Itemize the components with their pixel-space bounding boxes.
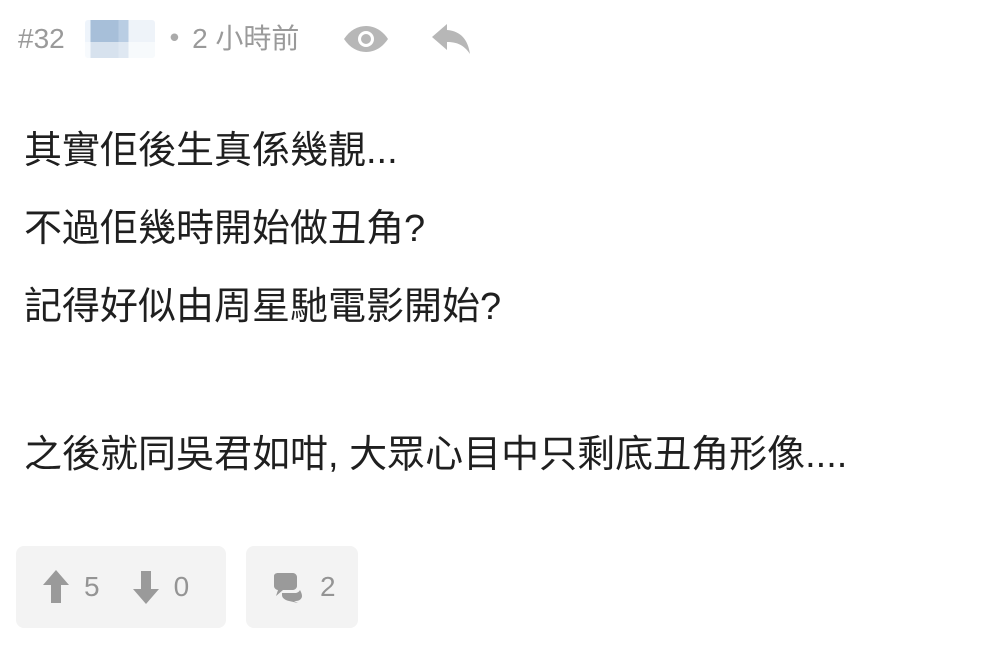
meta-separator: • (166, 24, 183, 54)
post-line-1: 其實佢後生真係幾靚... (24, 130, 398, 172)
vote-controls: 5 0 (16, 546, 226, 628)
comment-count: 2 (320, 571, 336, 602)
post-blank-line (24, 346, 974, 416)
upvote-button[interactable]: 5 (41, 568, 100, 606)
post-line-3: 記得好似由周星馳電影開始? (24, 286, 502, 328)
upvote-icon (43, 570, 69, 603)
reply-icon[interactable] (429, 19, 473, 59)
post-line-2: 不過佢幾時開始做丑角? (24, 208, 426, 250)
post-time: 2 小時前 (192, 23, 300, 54)
post-meta: #32 • 2 小時前 (18, 14, 473, 64)
comment-button[interactable]: 2 (246, 546, 358, 628)
downvote-count: 0 (173, 571, 190, 602)
post-actions: 5 0 2 (16, 546, 358, 628)
downvote-icon (132, 571, 159, 604)
downvote-button[interactable]: 0 (131, 568, 190, 606)
blurred-author-name[interactable] (84, 20, 155, 58)
upvote-count: 5 (84, 571, 100, 602)
post-content: 其實佢後生真係幾靚... 不過佢幾時開始做丑角? 記得好似由周星馳電影開始? 之… (24, 112, 974, 494)
forum-post: #32 • 2 小時前 其實佢後生真係幾靚... 不過佢幾時開始做丑角? 記得好… (0, 0, 994, 650)
comment-icon (274, 573, 302, 603)
eye-icon[interactable] (339, 19, 393, 59)
post-floor-label: #32 (18, 23, 65, 54)
post-line-5: 之後就同吳君如咁, 大眾心目中只剩底丑角形像.... (24, 434, 848, 476)
